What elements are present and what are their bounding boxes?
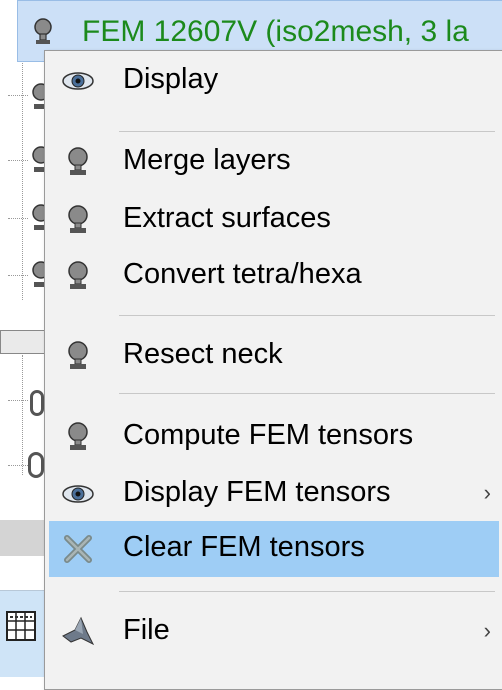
eye-icon <box>62 72 94 90</box>
menu-item-label: Extract surfaces <box>123 202 331 234</box>
tree-connector <box>8 275 28 276</box>
menu-item-display[interactable]: Display <box>49 53 499 109</box>
menu-item-label: Compute FEM tensors <box>123 419 414 451</box>
head-icon <box>34 18 52 44</box>
matlab-icon <box>62 616 95 646</box>
menu-item-resect-neck[interactable]: Resect neck <box>49 328 499 384</box>
x-icon <box>64 535 92 563</box>
menu-item-convert-tetra-hexa[interactable]: Convert tetra/hexa <box>49 248 499 304</box>
menu-item-display-fem-tensors[interactable]: Display FEM tensors › <box>49 466 499 522</box>
grid-icon[interactable] <box>4 609 38 643</box>
menu-item-label: File <box>123 614 170 646</box>
card-icon[interactable] <box>0 330 46 354</box>
menu-separator <box>119 591 495 592</box>
menu-item-label: Resect neck <box>123 338 283 370</box>
node-icon <box>28 452 44 478</box>
submenu-arrow-icon: › <box>483 618 491 643</box>
tree-connector <box>8 160 28 161</box>
head-icon <box>68 261 88 289</box>
submenu-arrow-icon: › <box>483 480 491 505</box>
context-menu: Display Merge layers Extract surfaces Co… <box>44 50 502 690</box>
menu-item-merge-layers[interactable]: Merge layers <box>49 134 499 190</box>
eye-icon <box>62 485 94 503</box>
menu-item-file[interactable]: File › <box>49 604 499 660</box>
tree-connector <box>22 355 23 475</box>
node-icon <box>30 390 44 416</box>
tree-connector <box>22 60 23 300</box>
menu-item-extract-surfaces[interactable]: Extract surfaces <box>49 192 499 248</box>
tree-node-label: FEM 12607V (iso2mesh, 3 la <box>82 15 469 48</box>
head-icon <box>68 205 88 233</box>
menu-separator <box>119 393 495 394</box>
menu-item-label: Display <box>123 63 219 95</box>
head-icon <box>68 341 88 369</box>
menu-separator <box>119 131 495 132</box>
menu-item-label: Clear FEM tensors <box>123 531 365 563</box>
bottom-toolbar <box>0 590 50 677</box>
tree-connector <box>8 465 28 466</box>
menu-item-label: Convert tetra/hexa <box>123 258 362 290</box>
menu-item-label: Merge layers <box>123 144 291 176</box>
tree-connector <box>8 400 28 401</box>
tree-connector <box>8 218 28 219</box>
menu-separator <box>119 315 495 316</box>
head-icon <box>68 147 88 175</box>
menu-item-clear-fem-tensors[interactable]: Clear FEM tensors <box>49 521 499 577</box>
status-strip <box>0 520 50 556</box>
tree-connector <box>8 95 28 96</box>
menu-item-compute-fem-tensors[interactable]: Compute FEM tensors <box>49 409 499 465</box>
menu-item-label: Display FEM tensors <box>123 476 391 508</box>
head-icon <box>68 422 88 450</box>
